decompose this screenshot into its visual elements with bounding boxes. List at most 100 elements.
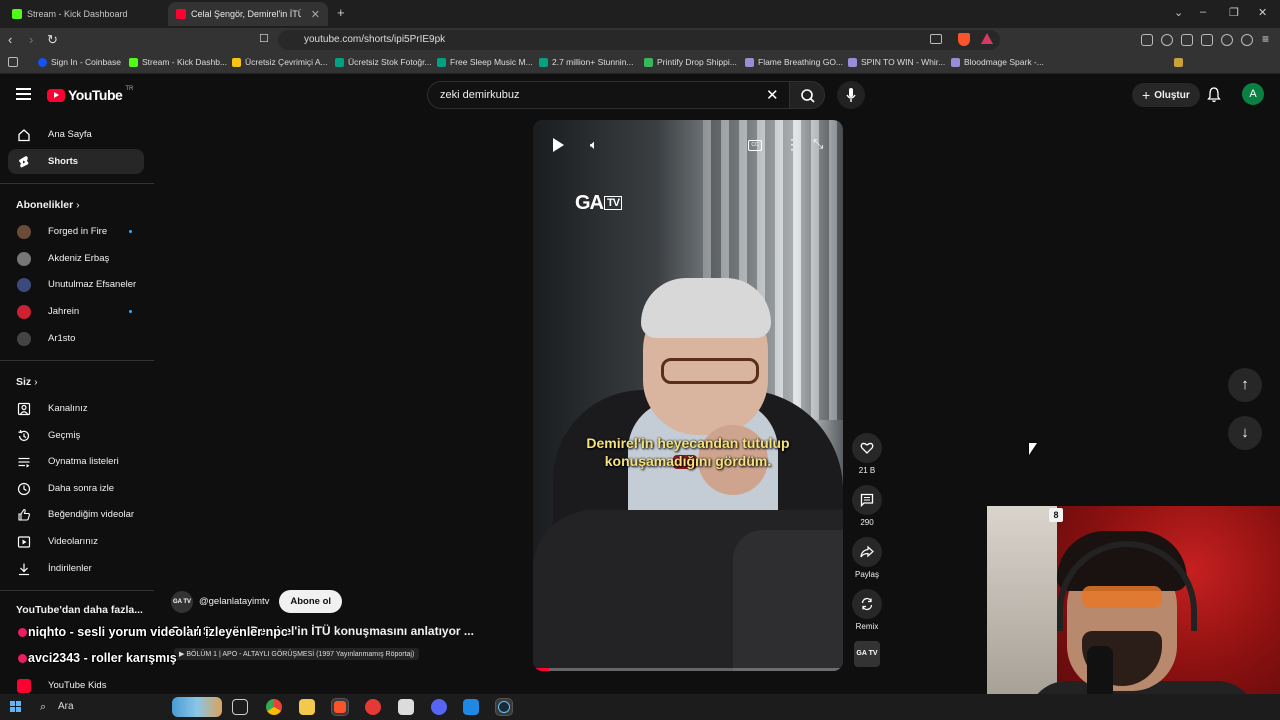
url-field[interactable]: youtube.com/shorts/ipi5PrIE9pk: [278, 30, 1000, 50]
bookmark-item[interactable]: Stream - Kick Dashb...: [129, 57, 227, 67]
youtube-kids-icon: [17, 678, 31, 693]
shorts-video-player[interactable]: GA TV Demirel'in heyecandan tutulup konuş…: [533, 120, 843, 671]
subscribe-button[interactable]: Abone ol: [279, 590, 343, 613]
channel-avatar: [17, 277, 31, 292]
bookmark-item[interactable]: Ücretsiz Stok Fotoğr...: [335, 57, 432, 67]
bookmark-extra-icon[interactable]: [1174, 58, 1183, 67]
apps-grid-icon[interactable]: [8, 57, 18, 67]
forward-icon[interactable]: ›: [29, 32, 33, 47]
sidebar-item-forged-in-fire[interactable]: Forged in Fire: [8, 219, 144, 244]
share-label: Paylaş: [854, 570, 879, 579]
fullscreen-icon[interactable]: ⤡: [813, 136, 823, 152]
bookmark-icon[interactable]: ☐: [259, 32, 269, 45]
sound-thumbnail[interactable]: GA TV: [854, 641, 880, 667]
share-button[interactable]: Paylaş: [852, 537, 882, 579]
tab-search-icon[interactable]: ⌄: [1174, 6, 1183, 19]
bookmark-item[interactable]: SPIN TO WIN - Whir...: [848, 57, 945, 67]
youtube-logo[interactable]: YouTube TR: [47, 86, 133, 103]
youtube-play-icon: [47, 88, 65, 102]
mouse-cursor-icon: [1029, 443, 1037, 455]
you-heading[interactable]: Siz ›: [16, 376, 38, 388]
vpn-shield-icon[interactable]: [1241, 34, 1253, 46]
play-icon[interactable]: [553, 138, 564, 152]
volume-icon[interactable]: 🔈︎: [590, 137, 598, 153]
sidebar-item-watch-later[interactable]: Daha sonra izle: [8, 476, 144, 501]
leo-ai-icon[interactable]: [1221, 34, 1233, 46]
chat-message: avci2343 - roller karışmış: [18, 651, 177, 665]
comments-button[interactable]: 290: [852, 485, 882, 527]
windows-start-icon[interactable]: [10, 701, 21, 712]
like-icon: [852, 433, 882, 463]
captions-icon[interactable]: CC: [748, 140, 762, 151]
app-icon[interactable]: [463, 699, 479, 715]
your-videos-icon: [17, 535, 31, 548]
voice-search-button[interactable]: [837, 81, 865, 109]
bookmark-item[interactable]: Free Sleep Music M...: [437, 57, 533, 67]
browser-tab-kick[interactable]: Stream - Kick Dashboard: [4, 2, 164, 26]
create-button[interactable]: + Oluştur: [1132, 83, 1200, 107]
bookmark-item[interactable]: Printify Drop Shippi...: [644, 57, 737, 67]
brave-shield-icon[interactable]: [958, 33, 970, 46]
hamburger-menu-icon[interactable]: [16, 88, 31, 100]
more-from-youtube-heading: YouTube'dan daha fazla...: [16, 604, 143, 616]
media-icon[interactable]: [1161, 34, 1173, 46]
related-video-link[interactable]: ▶ BÖLÜM 1 | APO - ALTAYLI GÖRÜŞMESİ (199…: [174, 648, 420, 660]
bookmark-item[interactable]: Sign In - Coinbase: [38, 57, 121, 67]
channel-name[interactable]: @gelanlatayimtv: [199, 596, 269, 607]
close-window-icon[interactable]: ✕: [1258, 6, 1267, 19]
bookmark-item[interactable]: Bloodmage Spark -...: [951, 57, 1044, 67]
browser-tab-youtube[interactable]: Celal Şengör, Demirel'in İTÜ k ✕: [168, 2, 328, 26]
maximize-icon[interactable]: ❐: [1229, 6, 1239, 19]
discord-icon[interactable]: [431, 699, 447, 715]
back-icon[interactable]: ‹: [8, 32, 12, 47]
search-button[interactable]: [789, 81, 825, 109]
reload-icon[interactable]: ↻: [47, 32, 58, 48]
next-short-button[interactable]: ↓: [1228, 416, 1262, 450]
install-app-icon[interactable]: [930, 34, 942, 44]
more-options-icon[interactable]: ⋮: [785, 136, 799, 153]
brave-rewards-icon[interactable]: [981, 33, 993, 44]
file-explorer-icon[interactable]: [299, 699, 315, 715]
sidebar-item-downloads[interactable]: İndirilenler: [8, 556, 144, 581]
sidebar-item-liked-videos[interactable]: Beğendiğim videolar: [8, 502, 144, 527]
sidebar-item-your-videos[interactable]: Videolarınız: [8, 529, 144, 554]
chat-message: niqhto - sesli yorum videoları izleyenle…: [18, 625, 288, 639]
search-input[interactable]: zeki demirkubuz: [427, 81, 791, 109]
channel-avatar[interactable]: GA TV: [171, 590, 193, 613]
clear-search-icon[interactable]: ✕: [766, 86, 779, 104]
new-tab-button[interactable]: +: [337, 5, 345, 20]
chat-badge-icon: [18, 628, 27, 637]
bookmark-item[interactable]: Flame Breathing GO...: [745, 57, 843, 67]
sidebar-item-history[interactable]: Geçmiş: [8, 423, 144, 448]
bookmark-item[interactable]: 2.7 million+ Stunnin...: [539, 57, 634, 67]
sidebar-item-your-channel[interactable]: Kanalınız: [8, 396, 144, 421]
account-avatar[interactable]: A: [1242, 83, 1264, 105]
steam-icon[interactable]: [495, 698, 513, 716]
media-player-icon[interactable]: [365, 699, 381, 715]
obs-icon[interactable]: [398, 699, 414, 715]
menu-icon[interactable]: ≡: [1262, 32, 1269, 46]
sidebar-toggle-icon[interactable]: [1181, 34, 1193, 46]
video-progress-bar[interactable]: [533, 668, 843, 671]
brave-taskbar-icon[interactable]: [331, 698, 349, 716]
sidebar-item-unutulmaz-efsaneler[interactable]: Unutulmaz Efsaneler: [8, 272, 144, 297]
sidebar-item-akdeniz-erbas[interactable]: Akdeniz Erbaş: [8, 246, 144, 271]
notifications-bell-icon[interactable]: [1207, 87, 1221, 103]
task-view-icon[interactable]: [232, 699, 248, 715]
close-tab-icon[interactable]: ✕: [311, 8, 320, 21]
sidebar-item-jahrein[interactable]: Jahrein: [8, 299, 144, 324]
previous-short-button[interactable]: ↑: [1228, 368, 1262, 402]
chrome-icon[interactable]: [266, 699, 282, 715]
like-button[interactable]: 21 B: [852, 433, 882, 475]
sidebar-item-playlists[interactable]: Oynatma listeleri: [8, 449, 144, 474]
bookmark-favicon-icon: [745, 57, 754, 67]
subscriptions-heading[interactable]: Abonelikler ›: [16, 199, 80, 211]
wallet-icon[interactable]: [1201, 34, 1213, 46]
bookmark-item[interactable]: Ücretsiz Çevrimiçi A...: [232, 57, 328, 67]
remix-button[interactable]: Remix: [852, 589, 882, 631]
sidebar-item-home[interactable]: Ana Sayfa: [8, 122, 144, 147]
sidebar-item-shorts[interactable]: Shorts: [8, 149, 144, 174]
sidebar-item-ar1sto[interactable]: Ar1sto: [8, 326, 144, 351]
minimize-icon[interactable]: –: [1200, 6, 1206, 18]
extensions-icon[interactable]: [1141, 34, 1153, 46]
